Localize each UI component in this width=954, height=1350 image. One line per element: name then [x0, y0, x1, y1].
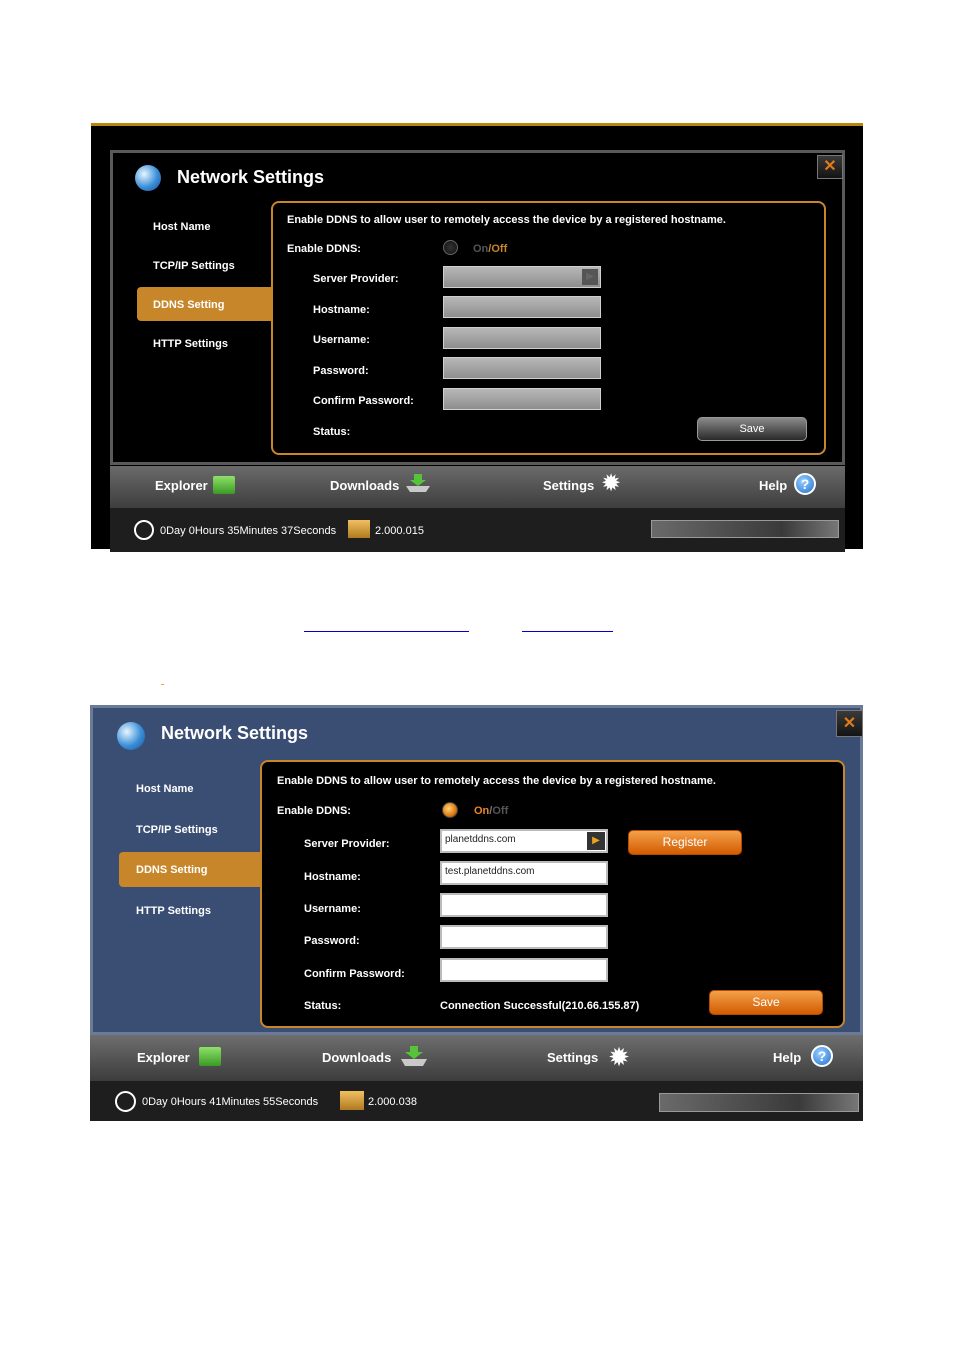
marker: [161, 684, 164, 685]
username-label: Username:: [304, 903, 361, 915]
enable-ddns-label: Enable DDNS:: [287, 243, 361, 255]
bottom-nav-bar: Explorer Downloads Settings ✹ Help ?: [90, 1035, 863, 1081]
server-provider-label: Server Provider:: [313, 273, 399, 285]
ddns-description: Enable DDNS to allow user to remotely ac…: [287, 214, 726, 226]
hostname-label: Hostname:: [313, 304, 370, 316]
download-icon[interactable]: [404, 472, 432, 494]
help-icon[interactable]: ?: [811, 1045, 833, 1067]
save-button[interactable]: Save: [709, 990, 823, 1015]
network-settings-window: Network Settings ✕ Host Name TCP/IP Sett…: [110, 150, 845, 465]
enable-ddns-label: Enable DDNS:: [277, 805, 351, 817]
toggle-off-text: Off: [491, 243, 508, 255]
globe-icon: [117, 722, 145, 750]
toggle-on-text: On: [474, 805, 490, 817]
gear-icon[interactable]: ✹: [599, 472, 623, 496]
nav-downloads-label[interactable]: Downloads: [330, 478, 399, 493]
ddns-panel: Enable DDNS to allow user to remotely ac…: [260, 760, 845, 1028]
clock-icon: [115, 1091, 136, 1112]
close-icon[interactable]: ✕: [836, 710, 863, 737]
nav-help-label[interactable]: Help: [759, 478, 787, 493]
globe-icon: [135, 165, 161, 191]
window-title: Network Settings: [161, 723, 309, 743]
status-bar: 0Day 0Hours 35Minutes 37Seconds 2.000.01…: [110, 508, 845, 552]
confirm-password-input[interactable]: [443, 388, 601, 410]
folder-icon[interactable]: [213, 476, 235, 494]
hostname-input[interactable]: [443, 296, 601, 318]
sidebar-item-tcpip-settings[interactable]: TCP/IP Settings: [153, 260, 235, 272]
confirm-password-label: Confirm Password:: [313, 395, 414, 407]
password-input[interactable]: [443, 357, 601, 379]
nav-explorer-label[interactable]: Explorer: [155, 478, 208, 493]
version-text: 2.000.038: [368, 1096, 417, 1108]
status-bar: 0Day 0Hours 41Minutes 55Seconds 2.000.03…: [90, 1081, 863, 1121]
server-provider-label: Server Provider:: [304, 838, 390, 850]
ddns-panel: Enable DDNS to allow user to remotely ac…: [271, 201, 826, 455]
package-icon: [348, 520, 370, 538]
package-icon: [340, 1091, 364, 1110]
username-input[interactable]: [440, 893, 608, 917]
hostname-label: Hostname:: [304, 871, 361, 883]
nav-explorer-label[interactable]: Explorer: [137, 1050, 190, 1065]
folder-icon[interactable]: [199, 1047, 221, 1066]
version-text: 2.000.015: [375, 525, 424, 537]
enable-ddns-radio[interactable]: [442, 802, 458, 818]
password-input[interactable]: [440, 925, 608, 949]
sidebar-item-http-settings[interactable]: HTTP Settings: [136, 905, 211, 917]
status-label: Status:: [313, 426, 351, 438]
uptime-text: 0Day 0Hours 35Minutes 37Seconds: [160, 525, 337, 537]
progress-bar: [659, 1093, 859, 1112]
sidebar-item-http-settings[interactable]: HTTP Settings: [153, 338, 228, 350]
server-provider-value: planetddns.com: [445, 834, 516, 845]
server-provider-select[interactable]: ▶: [443, 266, 601, 288]
chevron-right-icon: ▶: [582, 269, 598, 285]
register-button[interactable]: Register: [628, 830, 742, 855]
save-button[interactable]: Save: [697, 417, 807, 441]
sidebar-item-host-name[interactable]: Host Name: [136, 783, 193, 795]
enable-ddns-toggle[interactable]: On/Off: [473, 243, 507, 255]
link-underline[interactable]: [304, 631, 469, 632]
password-label: Password:: [304, 935, 360, 947]
status-label: Status:: [304, 1000, 342, 1012]
nav-settings-label[interactable]: Settings: [547, 1050, 598, 1065]
hostname-input[interactable]: test.planetddns.com: [440, 861, 608, 885]
link-underline[interactable]: [522, 631, 613, 632]
download-icon[interactable]: [399, 1044, 429, 1068]
nav-settings-label[interactable]: Settings: [543, 478, 594, 493]
window-title: Network Settings: [177, 167, 325, 187]
close-icon[interactable]: ✕: [817, 155, 843, 179]
confirm-password-input[interactable]: [440, 958, 608, 982]
toggle-off-text: Off: [492, 805, 509, 817]
sidebar-item-ddns-setting[interactable]: DDNS Setting: [137, 287, 271, 321]
sidebar-item-ddns-setting[interactable]: DDNS Setting: [119, 852, 261, 887]
gear-icon[interactable]: ✹: [606, 1044, 632, 1070]
progress-bar: [651, 520, 839, 538]
server-provider-select[interactable]: planetddns.com ▶: [440, 829, 608, 853]
chevron-right-icon: ▶: [587, 832, 605, 850]
sidebar-item-label: DDNS Setting: [153, 299, 225, 311]
help-icon[interactable]: ?: [794, 473, 816, 495]
enable-ddns-radio[interactable]: [443, 240, 458, 255]
sidebar-item-tcpip-settings[interactable]: TCP/IP Settings: [136, 824, 218, 836]
ddns-description: Enable DDNS to allow user to remotely ac…: [277, 775, 716, 787]
sidebar-item-host-name[interactable]: Host Name: [153, 221, 210, 233]
network-settings-window: Network Settings ✕ Host Name TCP/IP Sett…: [90, 705, 863, 1035]
nav-help-label[interactable]: Help: [773, 1050, 801, 1065]
username-label: Username:: [313, 334, 370, 346]
bottom-nav-bar: Explorer Downloads Settings ✹ Help ?: [110, 466, 845, 508]
toggle-on-text: On: [473, 243, 489, 255]
screenshot-ddns-disabled: Network Settings ✕ Host Name TCP/IP Sett…: [91, 123, 863, 552]
confirm-password-label: Confirm Password:: [304, 968, 405, 980]
enable-ddns-toggle[interactable]: On/Off: [474, 805, 508, 817]
password-label: Password:: [313, 365, 369, 377]
username-input[interactable]: [443, 327, 601, 349]
screenshot-ddns-enabled: Network Settings ✕ Host Name TCP/IP Sett…: [90, 705, 863, 1121]
sidebar-item-label: DDNS Setting: [136, 864, 208, 876]
uptime-text: 0Day 0Hours 41Minutes 55Seconds: [142, 1096, 319, 1108]
nav-downloads-label[interactable]: Downloads: [322, 1050, 391, 1065]
status-value: Connection Successful(210.66.155.87): [440, 1000, 640, 1012]
clock-icon: [134, 520, 154, 540]
